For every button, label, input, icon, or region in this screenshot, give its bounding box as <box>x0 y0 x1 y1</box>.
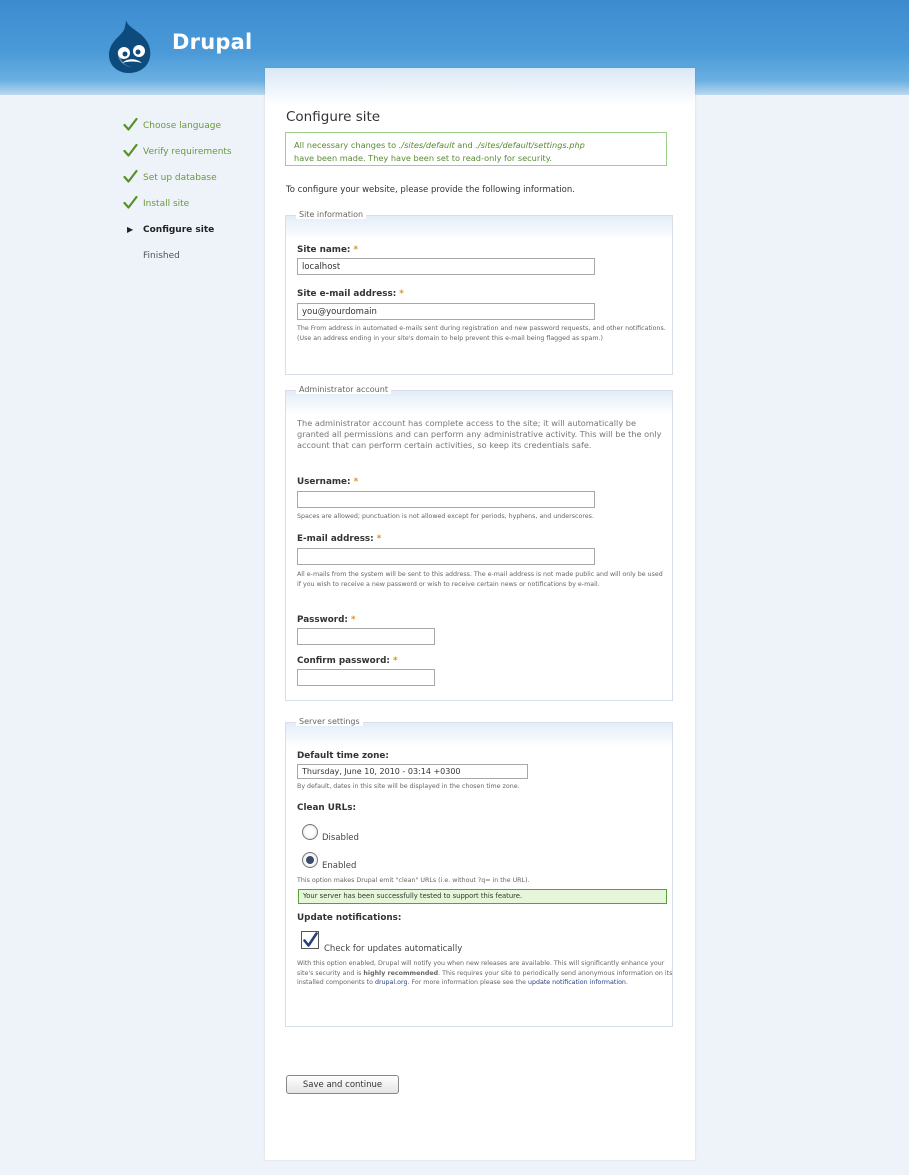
check-icon <box>123 117 138 131</box>
task-label: Install site <box>143 199 190 209</box>
required-marker: * <box>392 656 398 666</box>
update-notification-info-link[interactable]: update notification information <box>528 979 626 986</box>
status-path-2: ./sites/default/settings.php <box>475 140 585 150</box>
timezone-value: Thursday, June 10, 2010 - 03:14 +0300 <box>302 767 461 776</box>
required-marker: * <box>399 289 404 299</box>
site-email-description: The From address in automated e-mails se… <box>297 325 666 342</box>
site-email-input[interactable] <box>297 303 595 320</box>
task-item: Finished <box>123 247 263 273</box>
site-name-label-text: Site name: <box>297 245 354 255</box>
clean-urls-description: This option makes Drupal emit "clean" UR… <box>297 877 530 884</box>
email-label: E-mail address: * <box>297 534 381 544</box>
update-desc-part-3: . For more information please see the <box>407 979 528 986</box>
check-icon <box>123 169 138 183</box>
status-text-suffix: have been made. They have been set to re… <box>294 153 553 163</box>
admin-account-intro: The administrator account has complete a… <box>297 418 662 450</box>
email-description: All e-mails from the system will be sent… <box>297 571 663 588</box>
update-desc-part-4: . <box>625 979 628 986</box>
status-text-prefix: All necessary changes to <box>294 140 399 150</box>
required-marker: * <box>351 615 356 625</box>
update-desc-emphasis: highly recommended <box>363 969 439 977</box>
task-item: Verify requirements <box>123 143 263 169</box>
check-updates-label[interactable]: Check for updates automatically <box>324 944 462 954</box>
main-content: Configure site All necessary changes to … <box>265 68 695 1160</box>
page-title: Configure site <box>286 109 381 125</box>
clean-urls-label: Clean URLs: <box>297 803 356 813</box>
site-email-label: Site e-mail address: * <box>297 289 404 299</box>
check-icon <box>123 195 138 209</box>
timezone-description: By default, dates in this site will be d… <box>297 783 520 790</box>
install-task-list: Choose language Verify requirements Set up… <box>123 117 263 273</box>
check-updates-checkbox[interactable] <box>301 931 319 949</box>
required-marker: * <box>376 534 382 544</box>
status-path-1: ./sites/default <box>398 140 455 150</box>
task-item: Choose language <box>123 117 263 143</box>
check-icon <box>303 932 318 947</box>
clean-urls-enabled-label[interactable]: Enabled <box>322 861 356 871</box>
required-marker: * <box>353 245 359 255</box>
admin-account-fieldset: Administrator account The administrator … <box>285 385 673 701</box>
site-email-label-text: Site e-mail address: <box>297 289 400 299</box>
task-item: Set up database <box>123 169 263 195</box>
password-label-text: Password: <box>297 615 352 625</box>
task-item: Install site <box>123 195 263 221</box>
intro-text: To configure your website, please provid… <box>286 185 575 195</box>
task-item: ▶ Configure site <box>123 221 263 247</box>
password-input[interactable] <box>297 628 435 645</box>
task-label: Verify requirements <box>143 147 232 157</box>
status-text-mid: and <box>454 140 476 150</box>
site-name-input[interactable] <box>297 258 595 275</box>
server-settings-fieldset: Server settings Default time zone: Thurs… <box>285 717 673 1027</box>
arrow-right-icon: ▶ <box>127 225 134 234</box>
confirm-password-input[interactable] <box>297 669 435 686</box>
site-name[interactable]: Drupal <box>172 30 252 54</box>
drupal-logo-icon[interactable] <box>104 18 156 74</box>
site-information-legend: Site information <box>296 210 367 219</box>
task-label: Configure site <box>143 225 215 235</box>
update-notifications-description: With this option enabled, Drupal will no… <box>297 959 673 988</box>
username-label: Username: * <box>297 477 358 487</box>
clean-urls-disabled-radio[interactable] <box>302 824 318 840</box>
username-label-text: Username: <box>297 477 354 487</box>
email-input[interactable] <box>297 548 595 565</box>
clean-urls-disabled-label[interactable]: Disabled <box>322 833 359 843</box>
task-label: Set up database <box>143 173 217 183</box>
site-name-label: Site name: * <box>297 245 358 255</box>
clean-urls-success-message: Your server has been successfully tested… <box>298 889 667 904</box>
username-input[interactable] <box>297 491 595 508</box>
email-label-text: E-mail address: <box>297 534 377 544</box>
password-label: Password: * <box>297 615 356 625</box>
required-marker: * <box>353 477 359 487</box>
confirm-password-label: Confirm password: * <box>297 656 398 666</box>
task-label: Choose language <box>143 121 221 131</box>
update-notifications-label: Update notifications: <box>297 913 402 923</box>
task-label: Finished <box>143 251 180 261</box>
timezone-label: Default time zone: <box>297 751 389 761</box>
server-settings-legend: Server settings <box>296 717 363 726</box>
admin-account-legend: Administrator account <box>296 385 391 394</box>
save-and-continue-button[interactable]: Save and continue <box>286 1075 399 1094</box>
drupal-org-link[interactable]: drupal.org <box>375 979 408 986</box>
clean-urls-enabled-radio[interactable] <box>302 852 318 868</box>
timezone-select[interactable]: Thursday, June 10, 2010 - 03:14 +0300 <box>297 764 528 779</box>
check-icon <box>123 143 138 157</box>
status-message: All necessary changes to ./sites/default… <box>285 132 667 166</box>
confirm-password-label-text: Confirm password: <box>297 656 393 666</box>
site-information-fieldset: Site information Site name: * Site e-mai… <box>285 210 673 375</box>
username-description: Spaces are allowed; punctuation is not a… <box>297 513 594 520</box>
